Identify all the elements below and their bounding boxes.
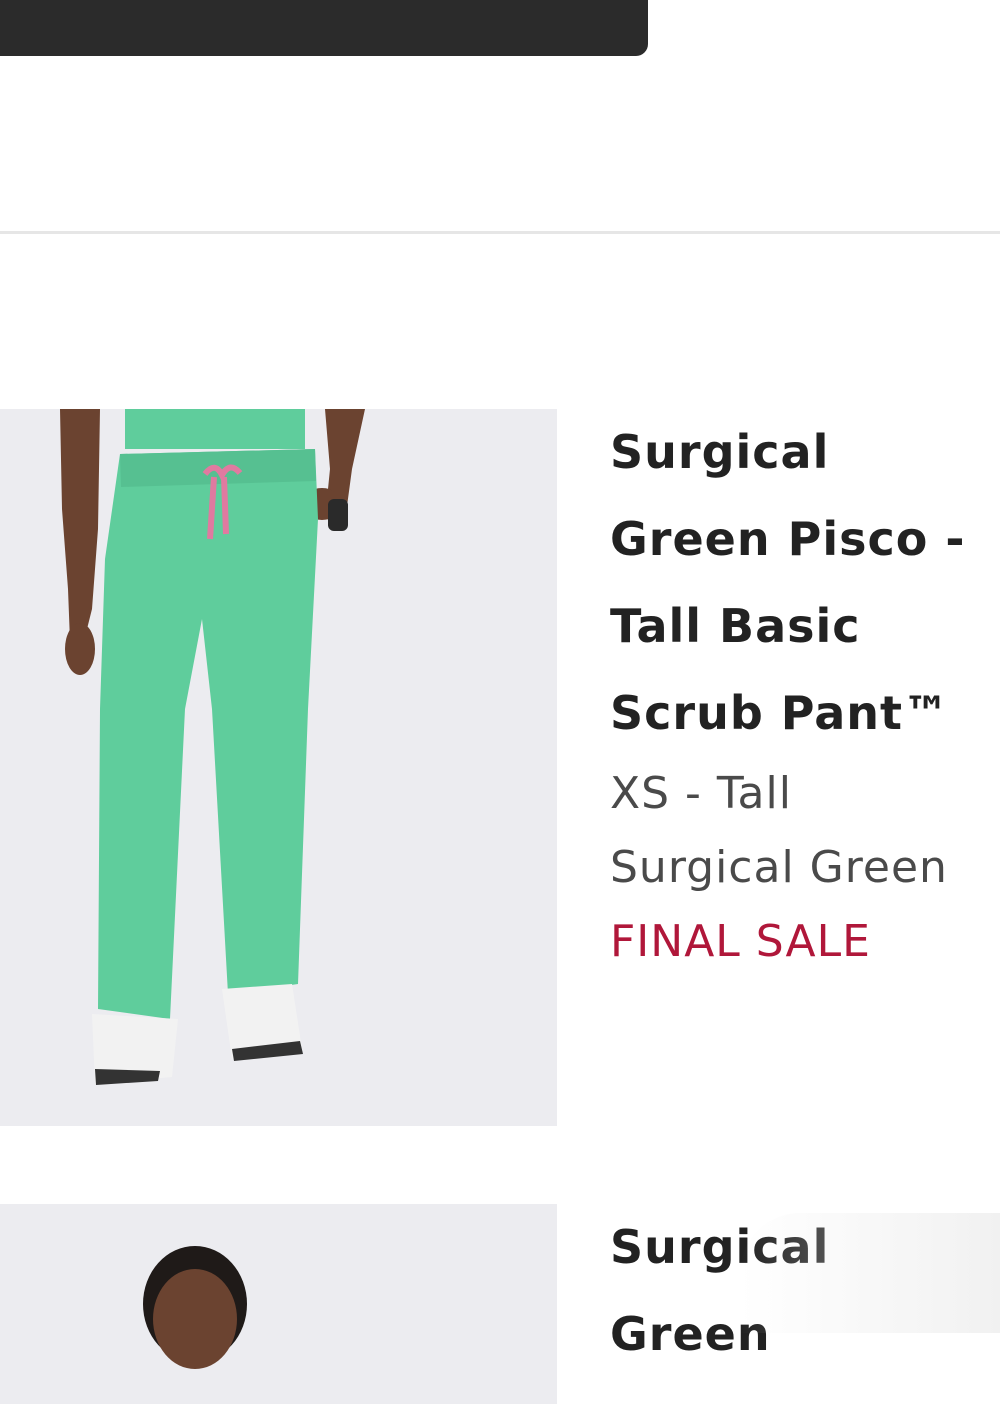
section-divider — [0, 231, 1000, 234]
title-line: Tall Basic — [610, 583, 990, 670]
product-image[interactable] — [0, 1204, 557, 1404]
top-banner — [0, 0, 648, 56]
title-line: Surgical — [610, 409, 990, 496]
title-line: Scrub Pant™ — [610, 670, 990, 757]
item-details: Surgical Green Pisco - Tall Basic Scrub … — [610, 409, 990, 979]
color-label: Surgical Green — [610, 831, 990, 905]
final-sale-badge: FINAL SALE — [610, 905, 990, 979]
scrub-pant-photo — [0, 409, 557, 1126]
product-image[interactable] — [0, 409, 557, 1126]
title-line: Green Pisco - — [610, 496, 990, 583]
size-label: XS - Tall — [610, 757, 990, 831]
product-title[interactable]: Surgical Green Pisco - Tall Basic Scrub … — [610, 409, 990, 757]
cart-item: Surgical Green Pisco - Tall Basic Scrub … — [0, 409, 1000, 1126]
scroll-fade — [740, 1213, 1000, 1333]
scrub-top-photo — [0, 1204, 557, 1404]
